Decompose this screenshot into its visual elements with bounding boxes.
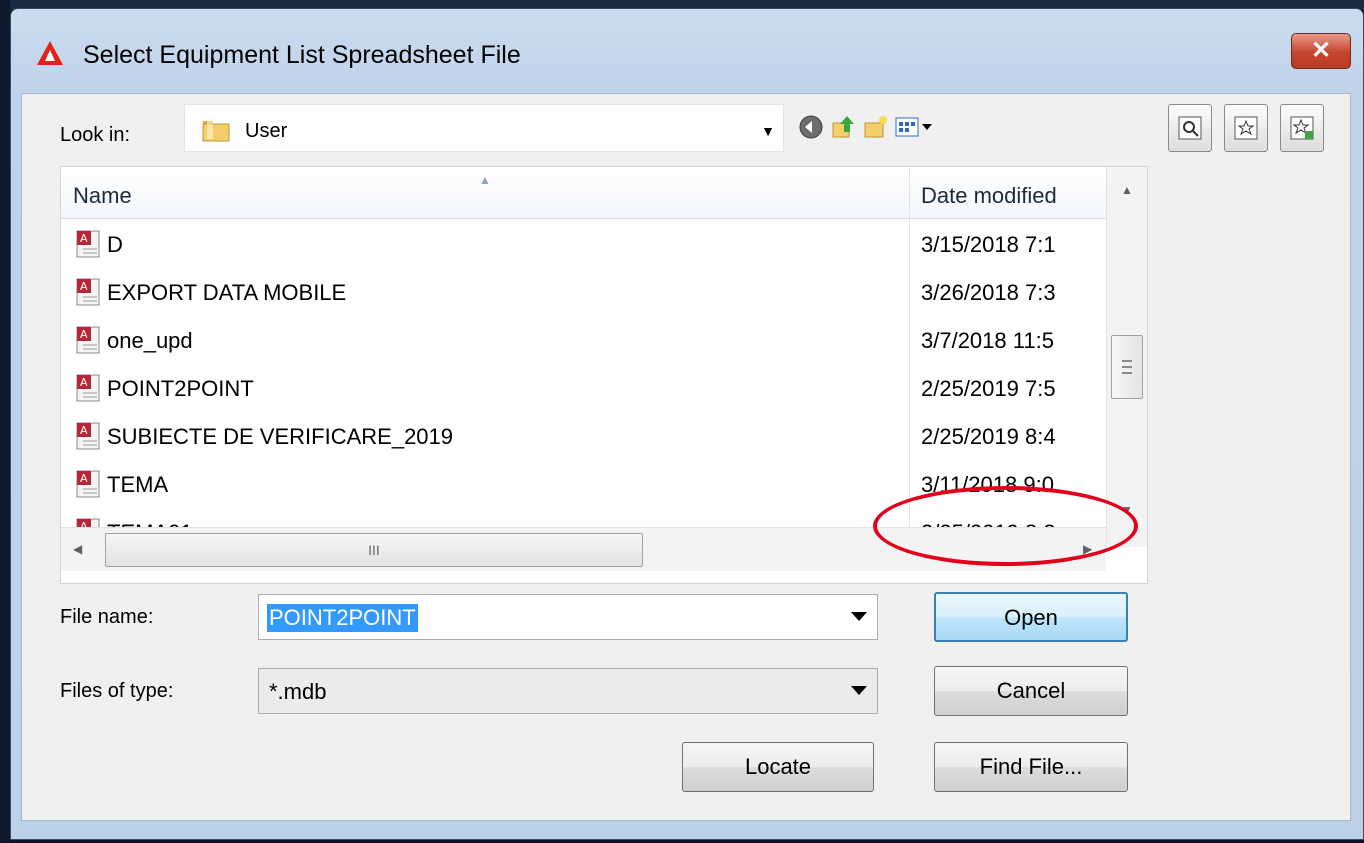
view-menu-icon[interactable] (894, 114, 934, 140)
chevron-down-icon[interactable]: ▼ (761, 123, 775, 139)
svg-text:A: A (80, 472, 88, 485)
file-row-date: 3/26/2018 7:3 (921, 280, 1056, 305)
access-file-icon: A (76, 326, 100, 354)
horizontal-scrollbar[interactable]: ◀ III ▶ (61, 527, 1106, 571)
file-row-name: one_upd (107, 328, 193, 353)
background-left (0, 0, 10, 843)
file-row-date: 3/11/2018 9:0 (921, 472, 1054, 497)
close-button[interactable]: ✕ (1291, 33, 1351, 69)
favorites-button[interactable] (1224, 104, 1268, 152)
back-icon[interactable] (798, 114, 824, 140)
column-header-row: Name ▲ Date modified (61, 167, 1106, 219)
file-row-date: 3/15/2018 7:1 (921, 232, 1056, 257)
file-row-name: D (107, 232, 123, 257)
access-file-icon: A (76, 230, 100, 258)
scroll-down-icon[interactable]: ▼ (1121, 503, 1133, 517)
file-row[interactable]: A EXPORT DATA MOBILE 3/26/2018 7:3 (61, 269, 1106, 317)
file-row-date: 2/25/2019 8:4 (921, 424, 1056, 449)
autocad-app-icon (37, 41, 63, 65)
file-row-date: 2/25/2019 7:5 (921, 376, 1056, 401)
search-icon (1178, 116, 1202, 140)
column-header-date[interactable]: Date modified (921, 183, 1057, 209)
chevron-down-icon[interactable] (851, 686, 867, 695)
scroll-left-icon[interactable]: ◀ (73, 542, 82, 556)
sort-ascending-icon: ▲ (479, 173, 491, 187)
up-folder-icon[interactable] (830, 114, 856, 140)
new-folder-icon[interactable] (862, 114, 888, 140)
file-row-name: SUBIECTE DE VERIFICARE_2019 (107, 424, 454, 449)
svg-text:A: A (80, 424, 88, 437)
column-header-name[interactable]: Name (73, 183, 132, 209)
svg-text:A: A (80, 232, 88, 245)
horizontal-scroll-thumb[interactable]: III (105, 533, 643, 567)
file-row[interactable]: A SUBIECTE DE VERIFICARE_2019 2/25/2019 8:… (61, 413, 1106, 461)
file-row[interactable]: A TEMA 3/11/2018 9:0 (61, 461, 1106, 509)
search-web-button[interactable] (1168, 104, 1212, 152)
file-row-name: POINT2POINT (107, 376, 254, 401)
locate-button[interactable]: Locate (682, 742, 874, 792)
file-name-label: File name: (60, 606, 154, 628)
access-file-icon: A (76, 278, 100, 306)
look-in-value: User (245, 120, 288, 142)
file-row[interactable]: A POINT2POINT 2/25/2019 7:5 (61, 365, 1106, 413)
file-dialog: Select Equipment List Spreadsheet File ✕… (10, 8, 1364, 840)
file-name-value: POINT2POINT (267, 604, 418, 632)
vertical-scrollbar[interactable]: ▲ ▼ (1106, 167, 1147, 547)
file-row-name: EXPORT DATA MOBILE (107, 280, 347, 305)
window-title: Select Equipment List Spreadsheet File (83, 41, 521, 69)
add-favorite-icon (1290, 116, 1314, 140)
look-in-label: Look in: (60, 124, 131, 146)
access-file-icon: A (76, 422, 100, 450)
access-file-icon: A (76, 470, 100, 498)
svg-text:A: A (80, 328, 88, 341)
add-favorite-button[interactable] (1280, 104, 1324, 152)
title-bar: Select Equipment List Spreadsheet File ✕ (11, 9, 1363, 93)
file-name-input[interactable]: POINT2POINT (258, 594, 878, 640)
cancel-button[interactable]: Cancel (934, 666, 1128, 716)
file-row[interactable]: Aone_upd 3/7/2018 11:5 (61, 317, 1106, 365)
dialog-client-area: Look in: User ▼ Name ▲ Date modified A D… (21, 93, 1351, 821)
look-in-combo[interactable]: User ▼ (184, 104, 784, 152)
svg-text:A: A (80, 376, 88, 389)
file-list[interactable]: Name ▲ Date modified A D 3/15/2018 7:1 A EXP… (60, 166, 1148, 584)
vertical-scroll-thumb[interactable] (1111, 335, 1143, 399)
files-of-type-label: Files of type: (60, 680, 174, 702)
file-row-date: 3/7/2018 11:5 (921, 328, 1054, 353)
find-file-button[interactable]: Find File... (934, 742, 1128, 792)
open-button[interactable]: Open (934, 592, 1128, 642)
scroll-up-icon[interactable]: ▲ (1121, 183, 1133, 197)
access-file-icon: A (76, 374, 100, 402)
file-row[interactable]: A D 3/15/2018 7:1 (61, 221, 1106, 269)
file-row-name: TEMA (107, 472, 169, 497)
scroll-right-icon[interactable]: ▶ (1083, 542, 1092, 556)
files-of-type-value: *.mdb (269, 679, 327, 704)
favorites-icon (1234, 116, 1258, 140)
chevron-down-icon[interactable] (851, 612, 867, 621)
svg-text:A: A (80, 280, 88, 293)
folder-icon (202, 119, 230, 142)
files-of-type-select[interactable]: *.mdb (258, 668, 878, 714)
